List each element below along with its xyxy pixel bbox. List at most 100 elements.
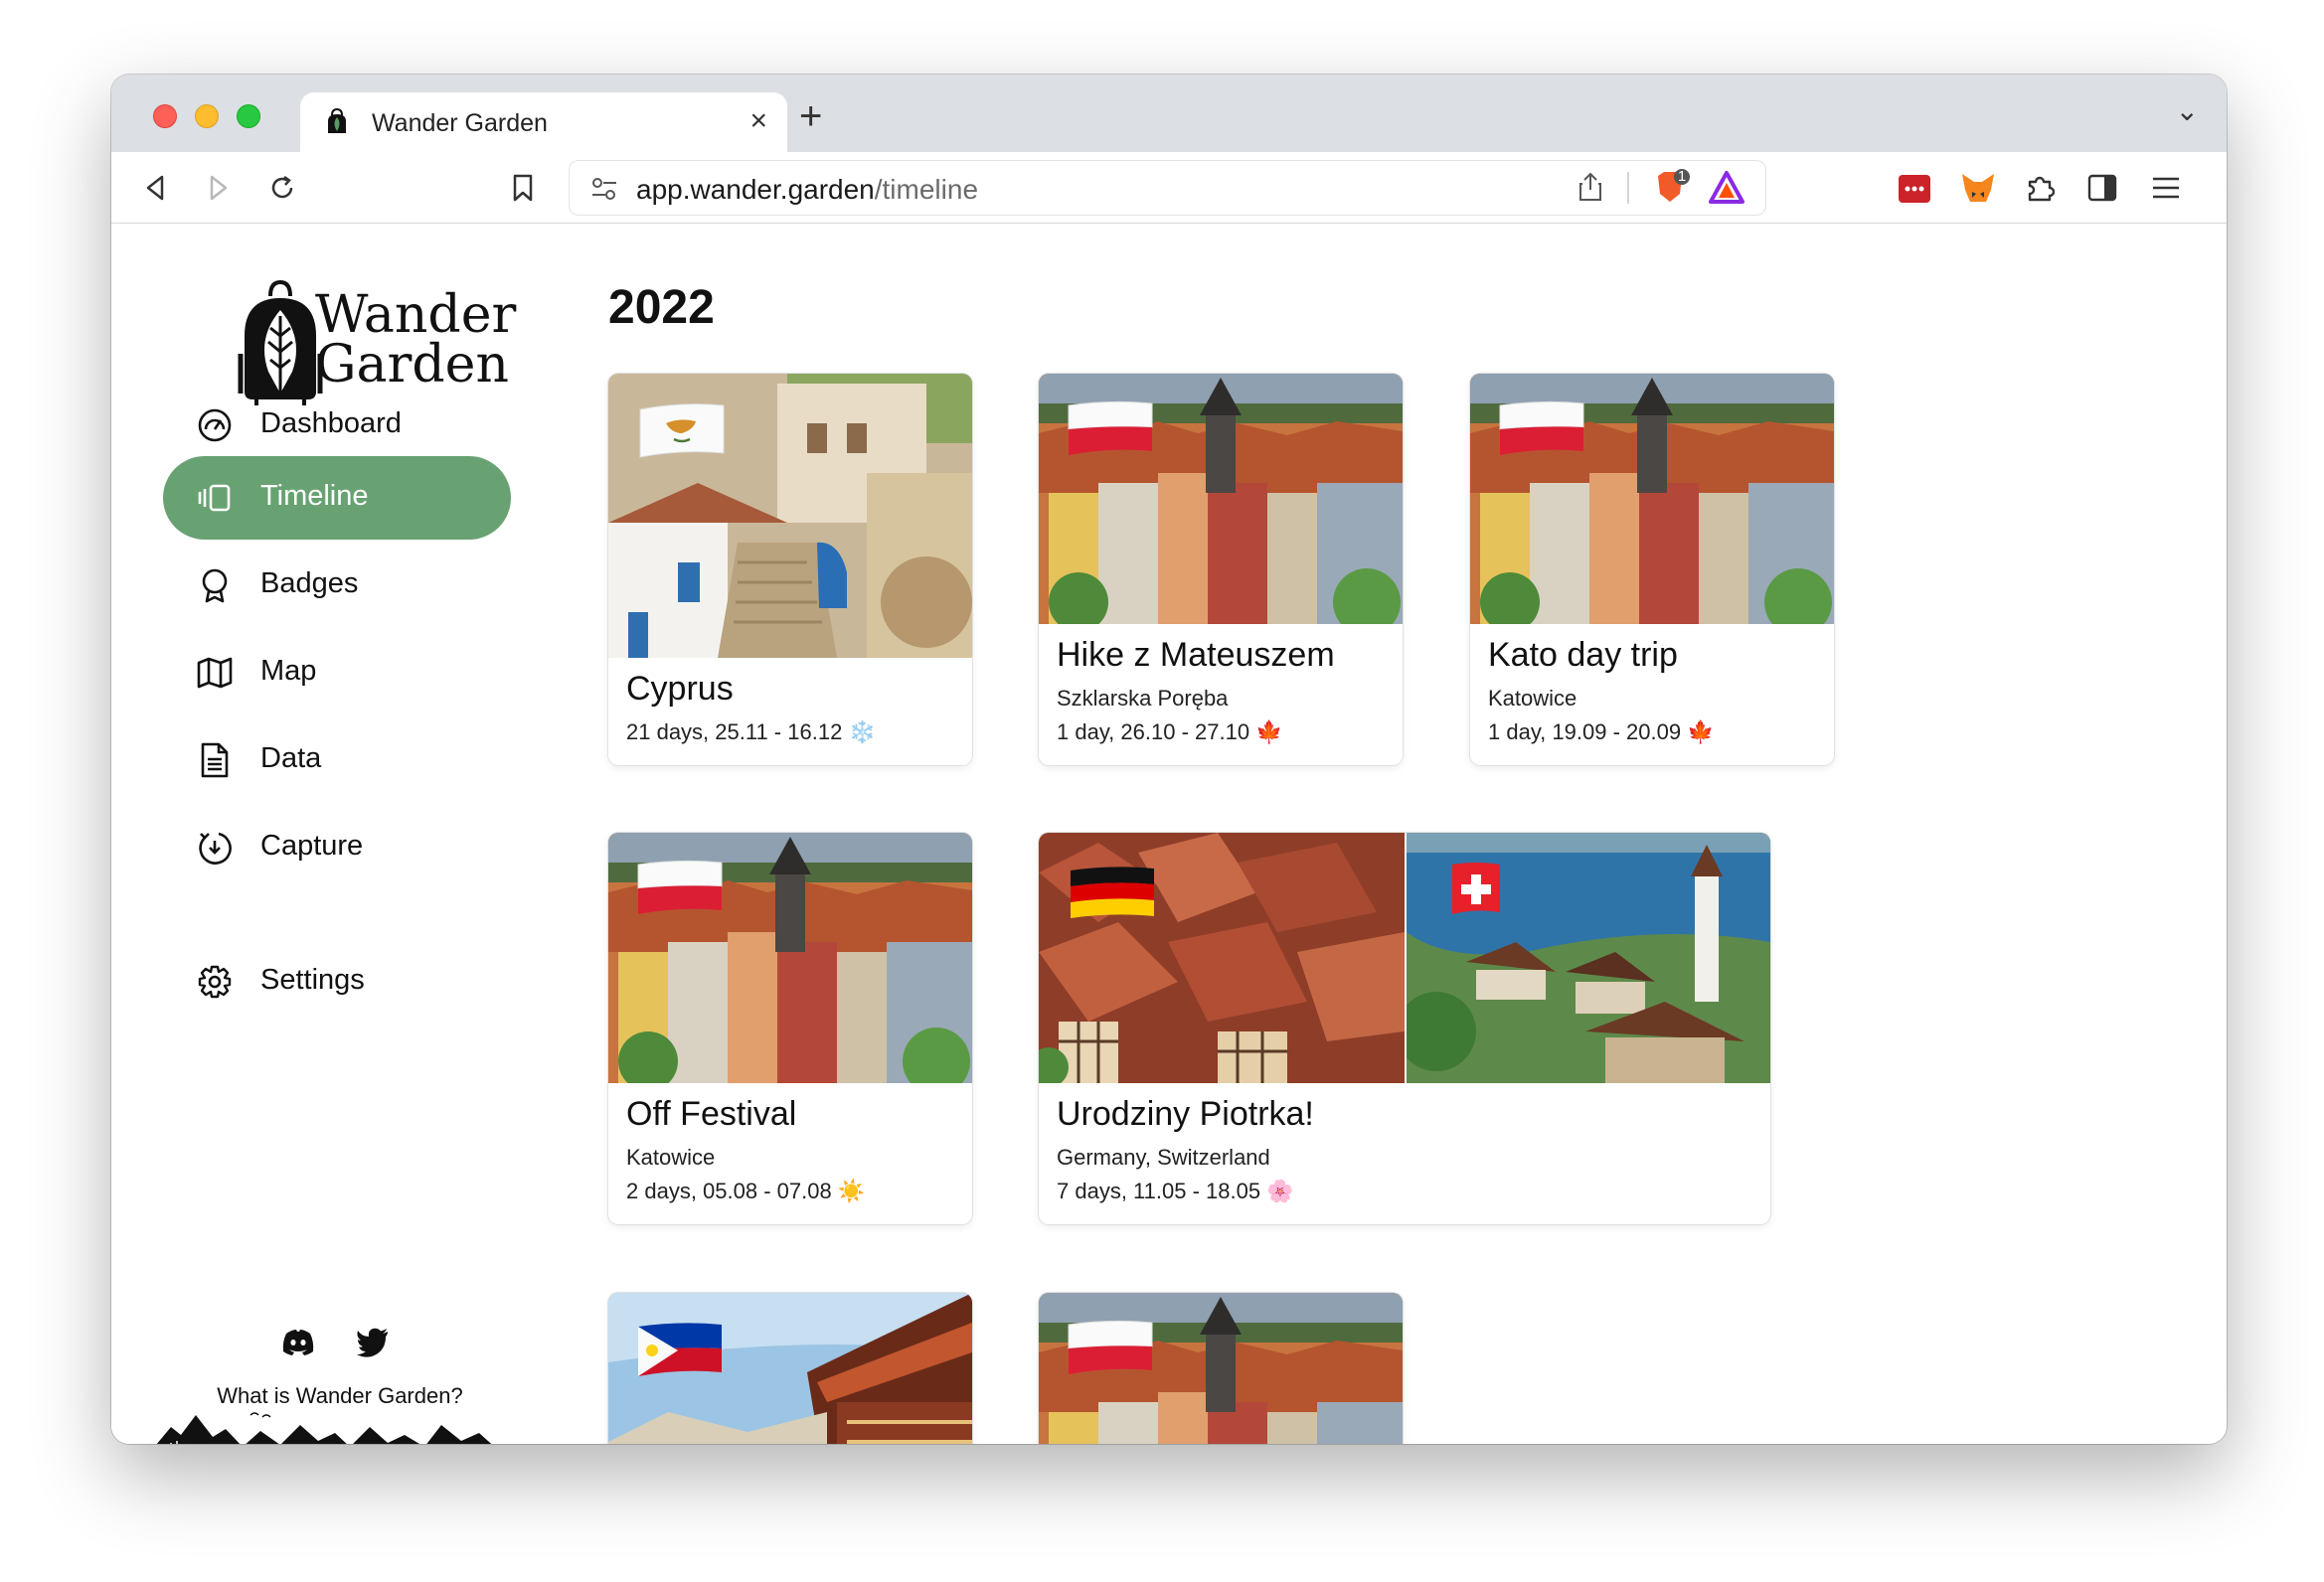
trip-card-off-festival[interactable]: Off Festival Katowice 2 days, 05.08 - 07… bbox=[608, 833, 972, 1224]
sidebar-item-dashboard[interactable]: Dashboard bbox=[163, 384, 511, 467]
maple-leaf-icon: 🍁 bbox=[1687, 719, 1715, 744]
poland-flag-icon bbox=[1068, 1320, 1153, 1374]
trip-title: Off Festival bbox=[626, 1095, 797, 1133]
sidebar-toggle-icon[interactable] bbox=[2087, 174, 2117, 202]
new-tab-button[interactable]: + bbox=[799, 94, 822, 139]
url-text: app.wander.garden/timeline bbox=[636, 174, 978, 206]
reload-button[interactable] bbox=[260, 166, 304, 210]
maple-leaf-icon: 🍁 bbox=[1255, 719, 1283, 744]
maximize-window-button[interactable] bbox=[237, 104, 260, 128]
timeline-icon bbox=[198, 484, 231, 512]
year-heading: 2022 bbox=[608, 281, 715, 334]
url-path: /timeline bbox=[874, 174, 979, 205]
trip-dates: 1 day, 19.09 - 20.09 🍁 bbox=[1488, 719, 1715, 745]
tab-close-icon[interactable]: × bbox=[749, 104, 767, 138]
trip-dates: 7 days, 11.05 - 18.05 🌸 bbox=[1057, 1179, 1294, 1204]
site-settings-icon[interactable] bbox=[590, 176, 618, 202]
philippines-flag-icon bbox=[638, 1323, 722, 1376]
trip-title: Hike z Mateuszem bbox=[1057, 636, 1335, 674]
sidebar-item-label: Data bbox=[260, 742, 322, 774]
trip-dates: 21 days, 25.11 - 16.12 ❄️ bbox=[626, 719, 876, 745]
sidebar-item-label: Badges bbox=[260, 567, 359, 599]
trip-card-hike-z-mateuszem[interactable]: Hike z Mateuszem Szklarska Poręba 1 day,… bbox=[1039, 374, 1403, 765]
trip-card-poland[interactable] bbox=[1039, 1293, 1403, 1444]
sidebar-item-timeline[interactable]: Timeline bbox=[163, 456, 511, 540]
trip-card-kato-day-trip[interactable]: Kato day trip Katowice 1 day, 19.09 - 20… bbox=[1470, 374, 1834, 765]
back-arrow-icon bbox=[146, 175, 164, 201]
back-button[interactable] bbox=[133, 166, 177, 210]
trip-title: Kato day trip bbox=[1488, 636, 1678, 674]
trip-dates-text: 21 days, 25.11 - 16.12 bbox=[626, 719, 843, 744]
sidebar-item-label: Map bbox=[260, 655, 317, 687]
blossom-icon: 🌸 bbox=[1266, 1179, 1294, 1203]
password-manager-icon[interactable] bbox=[1898, 174, 1931, 204]
gear-icon bbox=[198, 965, 232, 999]
trip-dates-text: 7 days, 11.05 - 18.05 bbox=[1057, 1179, 1261, 1203]
tab-list-chevron-icon[interactable]: ⌄ bbox=[2176, 94, 2199, 127]
share-icon[interactable] bbox=[1577, 172, 1603, 202]
address-bar[interactable]: app.wander.garden/timeline 1 bbox=[569, 160, 1766, 216]
cyprus-flag-icon bbox=[639, 403, 725, 458]
logo-line-2: Garden bbox=[315, 335, 509, 395]
bookmark-button[interactable] bbox=[501, 166, 545, 210]
tab-wander-garden[interactable]: Wander Garden × bbox=[300, 92, 787, 152]
sun-icon: ☀️ bbox=[837, 1179, 866, 1203]
brave-rewards-icon[interactable] bbox=[1708, 170, 1745, 206]
poland-flag-icon bbox=[1499, 400, 1584, 455]
badge-icon bbox=[202, 568, 228, 603]
twitter-icon[interactable] bbox=[355, 1324, 391, 1359]
capture-icon bbox=[199, 832, 232, 865]
trip-location: Katowice bbox=[626, 1145, 716, 1170]
forward-button[interactable] bbox=[197, 166, 241, 210]
forward-arrow-icon bbox=[210, 175, 228, 201]
sidebar-item-data[interactable]: Data bbox=[163, 718, 511, 802]
browser-window: Wander Garden × + ⌄ app.wander.garden/ti… bbox=[111, 75, 2227, 1444]
trip-card-urodziny-piotrka[interactable]: Urodziny Piotrka! Germany, Switzerland 7… bbox=[1039, 833, 1770, 1224]
sidebar-item-settings[interactable]: Settings bbox=[163, 940, 511, 1024]
logo-wordmark[interactable]: Wander Garden bbox=[315, 285, 517, 395]
sidebar-item-label: Timeline bbox=[260, 480, 369, 512]
tab-strip: Wander Garden × + ⌄ bbox=[111, 75, 2227, 152]
trip-title: Cyprus bbox=[626, 670, 734, 708]
backpack-favicon-icon bbox=[328, 107, 346, 133]
trip-location: Katowice bbox=[1488, 686, 1577, 711]
what-is-wander-garden-link[interactable]: What is Wander Garden? bbox=[111, 1383, 569, 1409]
trip-dates: 2 days, 05.08 - 07.08 ☀️ bbox=[626, 1179, 865, 1204]
trip-card-cyprus[interactable]: Cyprus 21 days, 25.11 - 16.12 ❄️ bbox=[608, 374, 972, 765]
document-icon bbox=[201, 742, 229, 778]
url-host: app.wander.garden bbox=[636, 174, 875, 205]
discord-icon[interactable] bbox=[280, 1324, 316, 1359]
sidebar-item-badges[interactable]: Badges bbox=[163, 544, 511, 627]
extensions-puzzle-icon[interactable] bbox=[2024, 172, 2056, 204]
sidebar-item-label: Settings bbox=[260, 964, 365, 996]
poland-flag-icon bbox=[1068, 400, 1153, 455]
trip-dates-text: 1 day, 26.10 - 27.10 bbox=[1057, 719, 1250, 744]
browser-toolbar: app.wander.garden/timeline 1 bbox=[111, 152, 2227, 224]
sidebar-item-label: Dashboard bbox=[260, 407, 402, 439]
trip-location: Germany, Switzerland bbox=[1057, 1145, 1270, 1170]
sidebar-item-capture[interactable]: Capture bbox=[163, 806, 511, 889]
menu-hamburger-icon[interactable] bbox=[2151, 176, 2181, 200]
trip-dates-text: 1 day, 19.09 - 20.09 bbox=[1488, 719, 1682, 744]
bookmark-icon bbox=[513, 174, 533, 202]
shields-badge-count: 1 bbox=[1677, 168, 1687, 185]
germany-flag-icon bbox=[1071, 867, 1154, 918]
minimize-window-button[interactable] bbox=[195, 104, 219, 128]
tab-title: Wander Garden bbox=[372, 109, 548, 137]
metamask-fox-icon[interactable] bbox=[1960, 172, 1996, 204]
trip-card-philippines[interactable] bbox=[608, 1293, 972, 1444]
snowflake-icon: ❄️ bbox=[848, 719, 876, 744]
poland-flag-icon bbox=[637, 860, 723, 914]
close-window-button[interactable] bbox=[153, 104, 177, 128]
sidebar-item-label: Capture bbox=[260, 830, 364, 862]
omnibox-divider bbox=[1627, 172, 1629, 204]
reload-icon bbox=[271, 175, 293, 199]
switzerland-flag-icon bbox=[1452, 863, 1500, 914]
map-icon bbox=[197, 657, 233, 689]
mountains-illustration bbox=[156, 1412, 492, 1444]
trip-location: Szklarska Poręba bbox=[1057, 686, 1229, 711]
sidebar-item-map[interactable]: Map bbox=[163, 631, 511, 714]
gauge-icon bbox=[198, 408, 232, 442]
logo-line-1: Wander bbox=[315, 285, 517, 345]
trip-title: Urodziny Piotrka! bbox=[1057, 1095, 1314, 1133]
